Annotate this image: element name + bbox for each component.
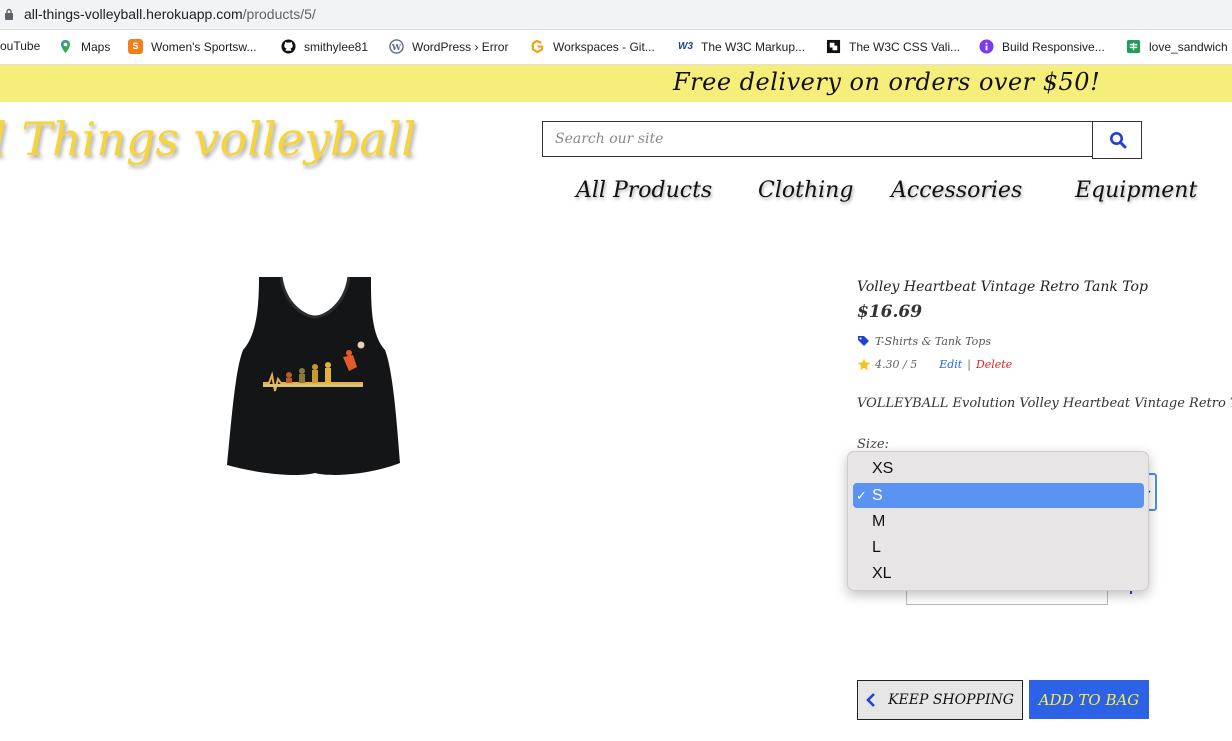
browser-url-bar[interactable]: all-things-volleyball.herokuapp.com/prod… (0, 0, 1232, 30)
url-path: /products/5/ (242, 6, 316, 22)
bookmark-label: ouTube (0, 39, 41, 53)
size-option-s[interactable]: ✓ S (853, 483, 1144, 508)
size-option-m[interactable]: M (853, 509, 1144, 534)
product-category[interactable]: T-Shirts & Tank Tops (857, 335, 991, 348)
add-to-bag-button[interactable]: ADD TO BAG (1029, 680, 1149, 719)
option-label: M (872, 513, 886, 530)
bookmark-youtube[interactable]: ouTube (0, 39, 40, 53)
size-option-xl[interactable]: XL (853, 561, 1144, 586)
bookmark-love-sandwich[interactable]: love_sandwich (1126, 39, 1228, 54)
search-icon (1110, 132, 1127, 149)
keep-shopping-button[interactable]: KEEP SHOPPING (857, 680, 1023, 720)
bookmark-w3c-markup[interactable]: W3 The W3C Markup... (678, 39, 805, 54)
url-text[interactable]: all-things-volleyball.herokuapp.com/prod… (24, 6, 316, 22)
promo-text: Free delivery on orders over $50! (673, 68, 1101, 96)
product-description: VOLLEYBALL Evolution Volley Heartbeat Vi… (857, 396, 1232, 411)
option-label: XS (872, 460, 894, 477)
size-label: Size: (857, 437, 889, 452)
bookmark-label: smithylee81 (304, 39, 369, 54)
search-input[interactable]: Search our site (542, 121, 1093, 157)
site-logo[interactable]: l Things volleyball (0, 112, 416, 166)
bookmark-label: WordPress › Error (412, 39, 509, 54)
size-option-xs[interactable]: XS (853, 456, 1144, 481)
tag-icon (858, 336, 869, 346)
w3c-icon: W3 (678, 41, 693, 52)
bookmark-label: Maps (81, 39, 111, 54)
nav-accessories[interactable]: Accessories (891, 178, 1022, 203)
bookmark-label: Women's Sportsw... (151, 39, 257, 54)
product-title: Volley Heartbeat Vintage Retro Tank Top (857, 279, 1148, 295)
star-icon (857, 358, 871, 371)
url-host: all-things-volleyball.herokuapp.com (24, 6, 243, 22)
product-rating-row: 4.30 / 5 Edit | Delete (857, 358, 1012, 371)
sheets-icon (1126, 39, 1141, 54)
bookmark-label: The W3C CSS Vali... (849, 39, 961, 54)
category-link[interactable]: T-Shirts & Tank Tops (875, 335, 991, 348)
bookmark-wordpress[interactable]: W WordPress › Error (389, 39, 508, 54)
bookmark-label: Build Responsive... (1002, 39, 1105, 54)
size-option-l[interactable]: L (853, 535, 1144, 560)
bookmark-github[interactable]: smithylee81 (281, 39, 368, 54)
bookmark-label: Workspaces - Git... (553, 39, 655, 54)
bookmark-maps[interactable]: Maps (58, 39, 110, 54)
rating-value: 4.30 / 5 (875, 358, 918, 371)
bookmark-workspaces-gitpod[interactable]: Workspaces - Git... (530, 39, 655, 54)
option-label: S (872, 487, 883, 504)
w3c-css-icon (826, 39, 841, 54)
gitpod-icon (531, 39, 544, 54)
product-image (227, 276, 400, 476)
promo-banner: Free delivery on orders over $50! (0, 65, 1232, 102)
link-separator: | (967, 358, 971, 371)
bookmark-w3c-css[interactable]: The W3C CSS Vali... (826, 39, 960, 54)
github-icon (281, 39, 296, 54)
lock-icon (5, 8, 13, 20)
svg-text:W: W (391, 42, 402, 52)
bookmark-build-responsive[interactable]: Build Responsive... (979, 39, 1105, 54)
option-label: L (872, 539, 881, 556)
maps-pin-icon (61, 40, 70, 53)
bookmarks-bar: ouTube Maps S Women's Sportsw... smithyl… (0, 30, 1232, 65)
bookmark-label: The W3C Markup... (701, 39, 806, 54)
checkmark-icon: ✓ (856, 488, 867, 503)
nav-clothing[interactable]: Clothing (758, 178, 853, 203)
chevron-left-icon (866, 693, 875, 707)
nav-all-products[interactable]: All Products (576, 178, 712, 203)
option-label: XL (872, 565, 892, 582)
product-price: $16.69 (857, 302, 923, 322)
bookmark-womens-sportswear[interactable]: S Women's Sportsw... (128, 39, 256, 54)
size-dropdown-menu: XS ✓ S M L XL (847, 451, 1149, 591)
search-button[interactable] (1092, 121, 1142, 159)
delete-link[interactable]: Delete (976, 358, 1012, 371)
bookmark-label: love_sandwich (1149, 39, 1228, 54)
sportswear-s-icon: S (128, 39, 143, 54)
keep-shopping-label: KEEP SHOPPING (888, 692, 1014, 708)
edit-link[interactable]: Edit (939, 358, 962, 371)
wordpress-icon: W (389, 39, 404, 54)
info-icon (979, 39, 994, 54)
nav-equipment[interactable]: Equipment (1075, 178, 1197, 203)
